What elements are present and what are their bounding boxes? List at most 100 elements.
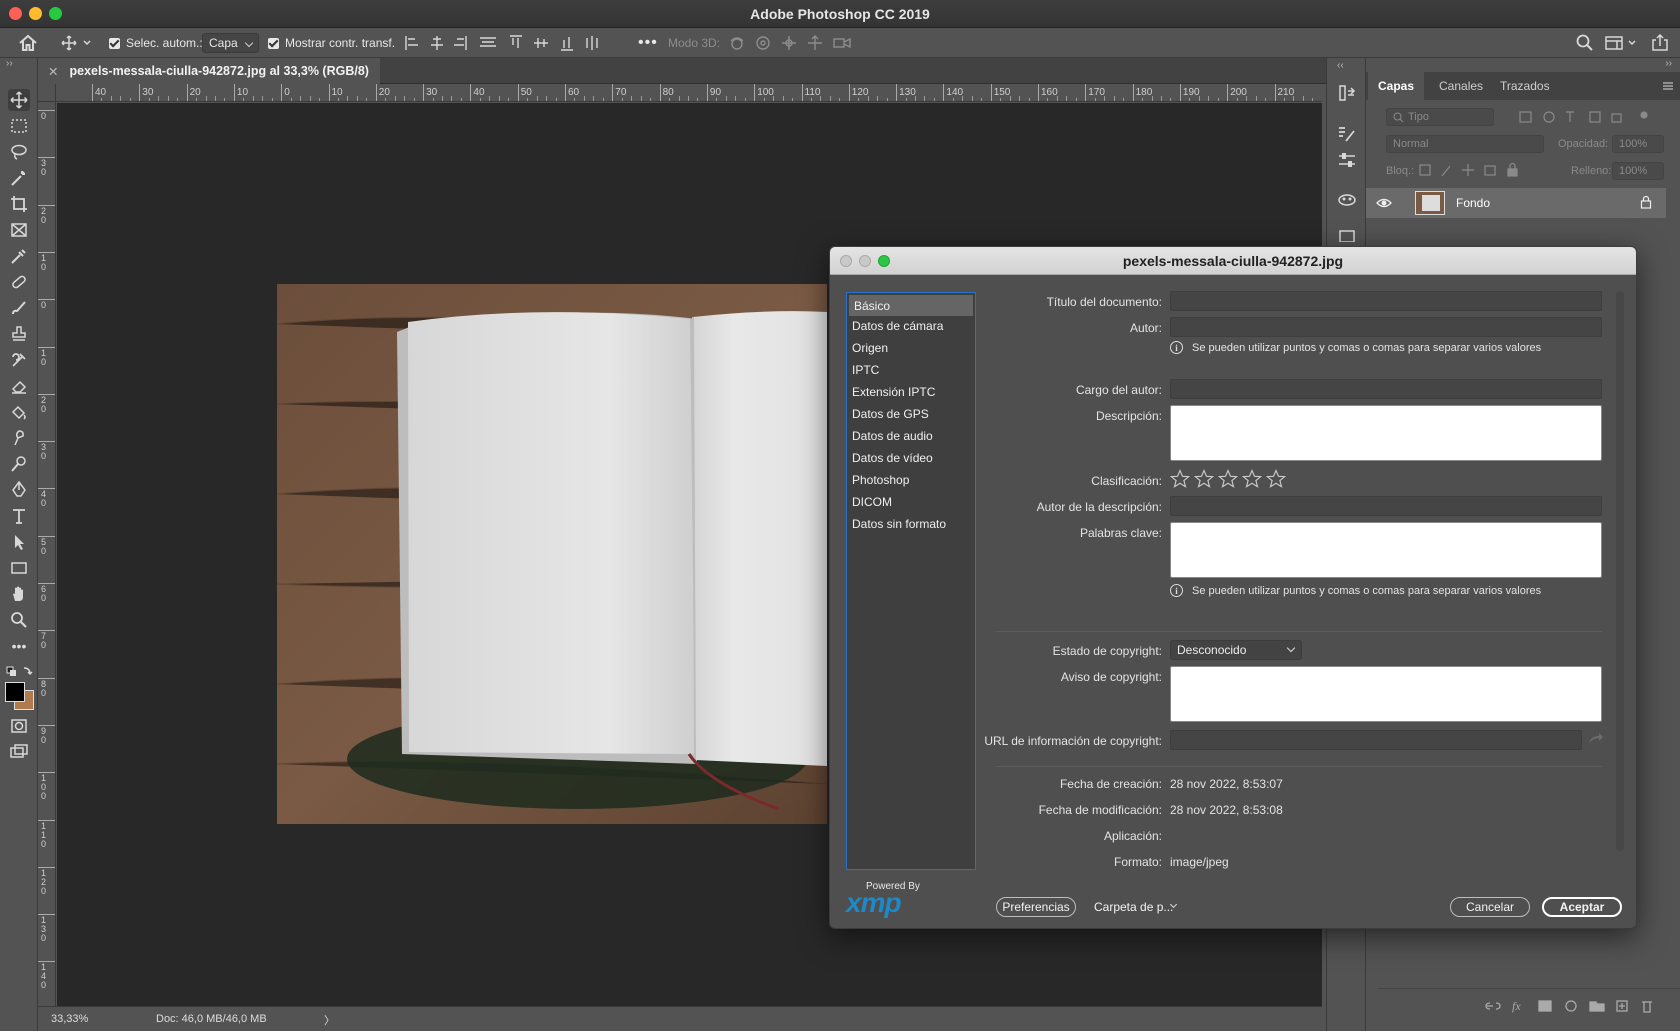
- adjustments-panel-icon[interactable]: [1337, 150, 1357, 173]
- document-image[interactable]: [277, 284, 827, 824]
- ruler-minor-tick: [678, 96, 680, 101]
- eyedropper-tool-icon[interactable]: [8, 245, 30, 267]
- category-dicom[interactable]: DICOM: [847, 491, 975, 512]
- filter-placeholder: Tipo: [1408, 111, 1429, 123]
- more-options-icon[interactable]: •••: [638, 28, 658, 58]
- brush-tool-icon[interactable]: [8, 297, 30, 319]
- copyright-url-input[interactable]: [1170, 730, 1582, 750]
- category-camera-data[interactable]: Datos de cámara: [847, 315, 975, 336]
- category-origin[interactable]: Origen: [847, 337, 975, 358]
- description-author-input[interactable]: [1170, 496, 1602, 516]
- dialog-scrollbar[interactable]: [1616, 291, 1624, 851]
- rating-stars[interactable]: [1170, 469, 1300, 489]
- copyright-notice-textarea[interactable]: [1170, 666, 1602, 722]
- cancel-button[interactable]: Cancelar: [1450, 897, 1530, 917]
- lock-icons[interactable]: [1418, 162, 1528, 181]
- panel-menu-icon[interactable]: [1662, 80, 1674, 90]
- dodge-tool-icon[interactable]: [8, 453, 30, 475]
- blend-mode-select[interactable]: Normal: [1386, 135, 1544, 153]
- ok-button[interactable]: Aceptar: [1542, 897, 1622, 917]
- horizontal-ruler[interactable]: 40 30 20 10 0 10 20 30 40 50 60 70 80 90 100 110 120 130 1…: [56, 84, 1322, 102]
- tab-channels[interactable]: Canales: [1429, 72, 1493, 100]
- healing-brush-tool-icon[interactable]: [8, 271, 30, 293]
- lasso-tool-icon[interactable]: [8, 141, 30, 163]
- layer-filter-select[interactable]: Tipo: [1386, 108, 1494, 126]
- crop-tool-icon[interactable]: [8, 193, 30, 215]
- category-photoshop[interactable]: Photoshop: [847, 469, 975, 490]
- document-tab[interactable]: ✕ pexels-messala-ciulla-942872.jpg al 33…: [40, 58, 380, 84]
- eraser-tool-icon[interactable]: [8, 375, 30, 397]
- open-url-arrow-icon[interactable]: [1588, 731, 1604, 748]
- rectangle-tool-icon[interactable]: [8, 557, 30, 579]
- visibility-eye-icon[interactable]: [1376, 196, 1392, 213]
- keywords-textarea[interactable]: [1170, 522, 1602, 578]
- screen-mode-icon[interactable]: [8, 741, 30, 763]
- align-buttons[interactable]: [404, 28, 664, 58]
- home-icon[interactable]: [18, 28, 38, 58]
- history-panel-icon[interactable]: [1337, 83, 1357, 106]
- collapse-toolbox-icon[interactable]: ››: [6, 58, 13, 69]
- copyright-status-select[interactable]: Desconocido: [1170, 640, 1302, 660]
- magic-wand-tool-icon[interactable]: [8, 167, 30, 189]
- description-textarea[interactable]: [1170, 405, 1602, 461]
- workspace-switcher-icon[interactable]: [1605, 28, 1639, 58]
- layer-filter-icons[interactable]: [1518, 108, 1648, 129]
- collapse-strip-icon[interactable]: ‹‹: [1337, 60, 1344, 71]
- auto-select-target-select[interactable]: Capa: [202, 33, 259, 53]
- 3d-mode-icons[interactable]: [728, 28, 854, 58]
- fill-input[interactable]: 100%: [1612, 162, 1664, 180]
- collapse-panels-icon[interactable]: ››: [1665, 58, 1672, 69]
- author-title-input[interactable]: [1170, 379, 1602, 399]
- category-iptc-extension[interactable]: Extensión IPTC: [847, 381, 975, 402]
- path-selection-tool-icon[interactable]: [8, 531, 30, 553]
- ruler-tick: [92, 84, 93, 101]
- history-brush-tool-icon[interactable]: [8, 349, 30, 371]
- vertical-ruler[interactable]: 0 3 0 2 0 1 0 0 1 0 2 0 3 0 4 0 5 0 6 0 7 0 8 0 9 0 1 …: [38, 102, 56, 1006]
- zoom-level[interactable]: 33,33%: [51, 1013, 88, 1025]
- edit-toolbar-icon[interactable]: •••: [8, 635, 30, 657]
- move-tool-options-icon[interactable]: [60, 28, 92, 58]
- status-menu-arrow-icon[interactable]: 〉: [324, 1012, 335, 1028]
- frame-tool-icon[interactable]: [8, 219, 30, 241]
- category-video-data[interactable]: Datos de vídeo: [847, 447, 975, 468]
- dialog-title-bar[interactable]: pexels-messala-ciulla-942872.jpg: [830, 247, 1636, 275]
- move-tool-icon[interactable]: [8, 89, 30, 111]
- layer-name[interactable]: Fondo: [1456, 196, 1490, 210]
- category-raw-data[interactable]: Datos sin formato: [847, 513, 975, 534]
- hand-tool-icon[interactable]: [8, 583, 30, 605]
- share-icon[interactable]: [1651, 28, 1669, 58]
- category-iptc[interactable]: IPTC: [847, 359, 975, 380]
- auto-select-checkbox[interactable]: Selec. autom.:: [109, 28, 203, 58]
- opacity-input[interactable]: 100%: [1612, 135, 1664, 153]
- clone-stamp-tool-icon[interactable]: [8, 323, 30, 345]
- foreground-color-swatch[interactable]: [5, 682, 25, 702]
- folder-select[interactable]: Carpeta de p...: [1088, 897, 1180, 917]
- smudge-tool-icon[interactable]: [8, 427, 30, 449]
- tab-paths[interactable]: Trazados: [1490, 72, 1560, 100]
- tab-layers[interactable]: Capas: [1368, 72, 1425, 100]
- pen-tool-icon[interactable]: [8, 479, 30, 501]
- ruler-origin[interactable]: [38, 84, 56, 102]
- preferences-button[interactable]: Preferencias: [996, 897, 1076, 917]
- category-audio-data[interactable]: Datos de audio: [847, 425, 975, 446]
- search-icon[interactable]: [1576, 28, 1594, 58]
- close-tab-icon[interactable]: ✕: [48, 64, 58, 79]
- brush-settings-icon[interactable]: [1337, 124, 1357, 147]
- paint-bucket-tool-icon[interactable]: [8, 401, 30, 423]
- zoom-tool-icon[interactable]: [8, 609, 30, 631]
- layer-row-background[interactable]: Fondo: [1366, 188, 1666, 218]
- category-gps-data[interactable]: Datos de GPS: [847, 403, 975, 424]
- doc-title-input[interactable]: [1170, 291, 1602, 311]
- libraries-panel-icon[interactable]: [1337, 188, 1357, 211]
- show-transform-checkbox[interactable]: Mostrar contr. transf.: [268, 28, 395, 58]
- ruler-label: 8 0: [41, 678, 47, 698]
- default-colors-icon[interactable]: [6, 666, 34, 681]
- ruler-minor-tick: [1151, 96, 1153, 101]
- author-input[interactable]: [1170, 317, 1602, 337]
- marquee-tool-icon[interactable]: [8, 115, 30, 137]
- category-basic[interactable]: Básico: [849, 295, 973, 316]
- quick-mask-icon[interactable]: [8, 715, 30, 737]
- properties-panel-icon[interactable]: [1337, 228, 1357, 245]
- type-tool-icon[interactable]: [8, 505, 30, 527]
- ruler-minor-tick: [508, 98, 510, 101]
